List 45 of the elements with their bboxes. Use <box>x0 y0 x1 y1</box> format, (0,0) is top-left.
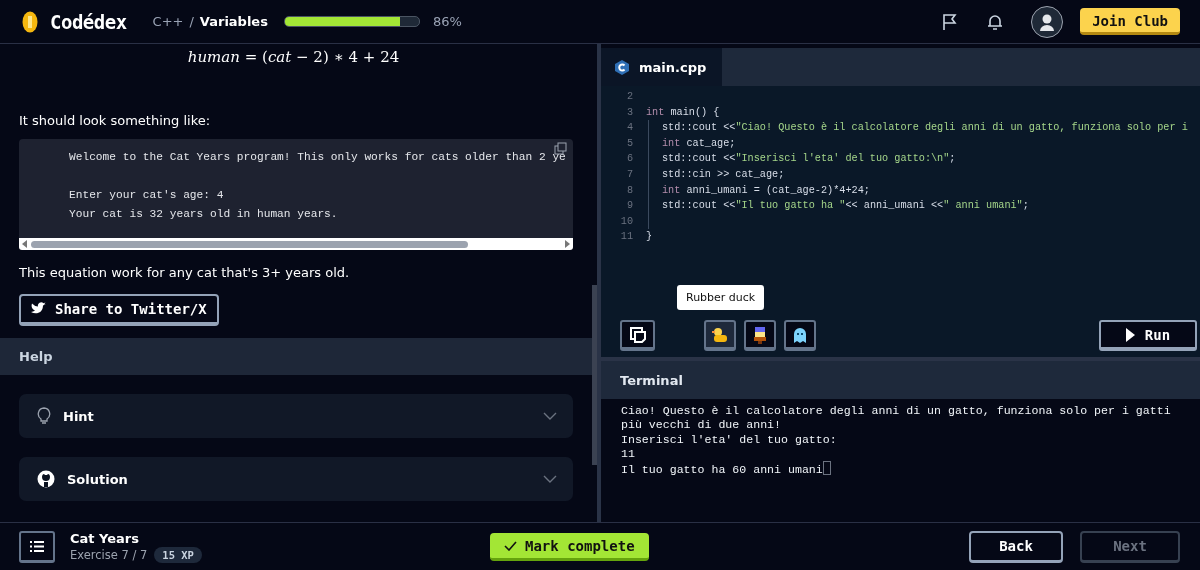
line-number: 6 <box>625 152 634 167</box>
code-line: int main() { <box>646 105 720 120</box>
tooltip: Rubber duck <box>677 285 765 310</box>
formula: human = (cat − 2) ∗ 4 + 24 <box>186 48 401 68</box>
code-line: std::cout <<"Ciao! Questo è il calcolatore degli anni di un gatto, funziona solo per i <box>662 121 1188 136</box>
file-tab[interactable]: main.cpp <box>601 48 723 86</box>
line-number: 2 <box>625 90 634 104</box>
back-button[interactable]: Back <box>969 530 1063 563</box>
terminal-line: Inserisci l'eta' del tuo gatto: <box>621 432 838 447</box>
logo-text[interactable]: Codédex <box>50 10 127 33</box>
line-number: 7 <box>625 167 634 182</box>
paragraph: This equation work for any cat that's 3+ years old. <box>18 265 351 280</box>
paragraph: It should look something like: <box>18 113 212 128</box>
line-number: 8 <box>625 183 634 198</box>
run-button[interactable]: Run <box>1099 320 1197 351</box>
code-line: std::cin >> cat_age; <box>662 167 785 182</box>
breadcrumb-separator: / <box>189 14 194 29</box>
code-line: std::cout <<"Il tuo gatto ha "<< anni_umani <<" anni umani"; <box>662 199 1029 214</box>
terminal-line: più vecchi di due anni! <box>621 418 783 433</box>
code-line: int anni_umani = (cat_age-2)*4+24; <box>662 183 870 198</box>
line-number: 4 <box>625 121 634 136</box>
breadcrumb-link[interactable]: C++ <box>152 14 184 29</box>
sample-output: Welcome to the Cat Years program! This only works for cats older than 2 ye Enter your cat's age: 4 Your cat is 32 years old in human years. <box>19 139 573 238</box>
terminal-line: Il tuo gatto ha 60 anni umani <box>621 461 1200 478</box>
terminal-header: Terminal <box>601 357 1200 399</box>
join-club-button[interactable]: Join Club <box>1080 8 1180 35</box>
breadcrumb-current: Variables <box>199 14 268 29</box>
code-line: int cat_age; <box>662 136 736 151</box>
terminal-line: 11 <box>621 446 636 462</box>
line-number: 10 <box>619 214 634 229</box>
accordion-item[interactable]: Solution <box>19 457 573 501</box>
line-number: 3 <box>625 105 634 120</box>
line-number: 11 <box>619 230 634 245</box>
terminal-line: Ciao! Questo è il calcolatore degli anni di un gatto, funziona solo per i gatti <box>621 404 1172 419</box>
line-number: 9 <box>625 199 634 214</box>
exercise-count: Exercise 7 / 7 <box>70 547 148 562</box>
mark-complete-button[interactable]: Mark complete <box>490 532 649 561</box>
share-button[interactable]: Share to Twitter/X <box>19 294 219 326</box>
xp-badge: 15 XP <box>154 546 202 563</box>
accordion-item[interactable]: Hint <box>19 394 573 438</box>
exercise-title: Cat Years <box>70 530 140 546</box>
code-line: std::cout <<"Inserisci l'eta' del tuo gatto:\n"; <box>662 152 956 167</box>
line-number: 5 <box>625 136 634 151</box>
code-line: } <box>646 230 653 245</box>
progress-percent: 86% <box>432 14 462 29</box>
